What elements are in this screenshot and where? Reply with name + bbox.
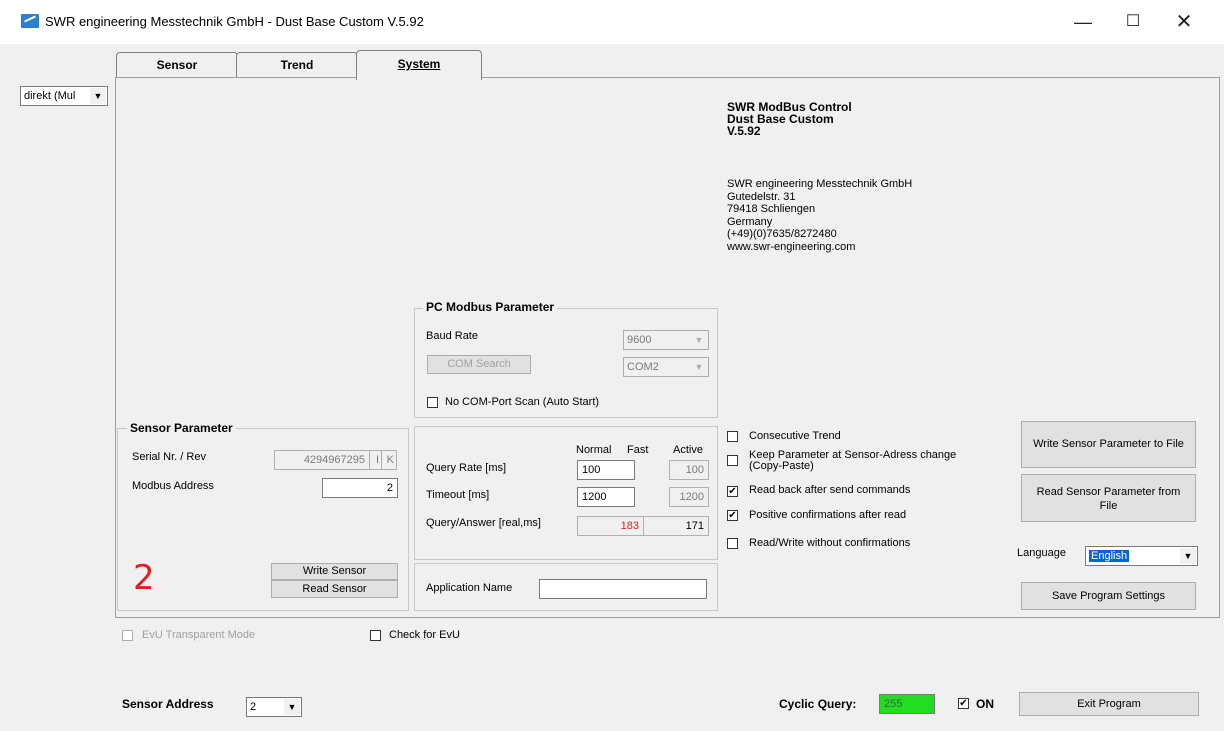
positive-confirmations-label: Positive confirmations after read bbox=[749, 509, 907, 521]
exit-program-button[interactable]: Exit Program bbox=[1019, 692, 1199, 716]
modbus-address-label: Modbus Address bbox=[132, 480, 214, 492]
timeout-label: Timeout [ms] bbox=[426, 489, 490, 501]
chevron-down-icon: ▼ bbox=[691, 359, 707, 375]
language-value: English bbox=[1089, 550, 1130, 562]
chevron-down-icon: ▼ bbox=[90, 88, 106, 104]
about-company: SWR engineering Messtechnik GmbH bbox=[727, 178, 913, 190]
chevron-down-icon: ▼ bbox=[691, 332, 707, 348]
about-web: www.swr-engineering.com bbox=[727, 240, 856, 253]
sensor-address-label: Sensor Address bbox=[122, 697, 214, 711]
check-evu-label: Check for EvU bbox=[389, 629, 460, 641]
query-answer-value1: 183 bbox=[577, 516, 644, 536]
keep-parameter-checkbox[interactable] bbox=[727, 455, 738, 466]
minimize-button[interactable]: — bbox=[1060, 6, 1106, 38]
application-name-input[interactable] bbox=[539, 579, 707, 599]
query-answer-value2: 171 bbox=[643, 516, 709, 536]
big-address-indicator: 2 bbox=[133, 558, 155, 598]
col-normal-label: Normal bbox=[576, 444, 612, 456]
read-back-checkbox[interactable]: ✔ bbox=[727, 486, 738, 497]
positive-confirmations-checkbox[interactable]: ✔ bbox=[727, 510, 738, 521]
no-com-scan-checkbox[interactable] bbox=[427, 397, 438, 408]
com-port-value: COM2 bbox=[627, 361, 659, 373]
close-button[interactable]: ✕ bbox=[1161, 6, 1207, 38]
modbus-address-input[interactable]: 2 bbox=[322, 478, 398, 498]
com-port-select[interactable]: COM2 ▼ bbox=[623, 357, 709, 377]
keep-parameter-line2: (Copy-Paste) bbox=[749, 460, 814, 472]
read-sensor-button[interactable]: Read Sensor bbox=[271, 580, 398, 598]
language-select[interactable]: English ▼ bbox=[1085, 546, 1198, 566]
col-fast-label: Fast bbox=[627, 444, 649, 456]
baud-rate-select[interactable]: 9600 ▼ bbox=[623, 330, 709, 350]
read-parameter-file-button[interactable]: Read Sensor Parameter from File bbox=[1021, 474, 1196, 522]
read-parameter-file-line2: File bbox=[1099, 500, 1118, 512]
no-com-scan-label: No COM-Port Scan (Auto Start) bbox=[445, 396, 600, 408]
consecutive-trend-label: Consecutive Trend bbox=[749, 430, 841, 442]
sensor-address-select[interactable]: 2 ▼ bbox=[246, 697, 302, 717]
about-address: SWR engineering Messtechnik GmbH Gutedel… bbox=[727, 178, 912, 253]
pc-modbus-title: PC Modbus Parameter bbox=[423, 300, 558, 314]
about-phone: (+49)(0)7635/8272480 bbox=[727, 228, 837, 240]
tab-trend[interactable]: Trend bbox=[236, 52, 358, 78]
read-parameter-file-line1: Read Sensor Parameter from bbox=[1036, 486, 1181, 498]
tab-label: Sensor bbox=[156, 58, 198, 72]
window-title: SWR engineering Messtechnik GmbH - Dust … bbox=[45, 14, 424, 29]
rw-without-confirmations-label: Read/Write without confirmations bbox=[749, 537, 911, 549]
evu-transparent-label: EvU Transparent Mode bbox=[142, 629, 256, 641]
sensor-parameter-title: Sensor Parameter bbox=[127, 421, 236, 435]
serial-label: Serial Nr. / Rev bbox=[132, 451, 206, 463]
evu-transparent-checkbox[interactable] bbox=[122, 630, 133, 641]
timeout-normal-input[interactable]: 1200 bbox=[577, 487, 635, 507]
cyclic-on-checkbox[interactable]: ✔ bbox=[958, 698, 969, 709]
sensor-address-value: 2 bbox=[250, 701, 257, 713]
query-rate-active-field: 100 bbox=[669, 460, 709, 480]
check-evu-checkbox[interactable] bbox=[370, 630, 381, 641]
com-search-button[interactable]: COM Search bbox=[427, 355, 531, 374]
tab-system[interactable]: System bbox=[356, 50, 482, 80]
baud-rate-label: Baud Rate bbox=[426, 330, 478, 342]
connection-select-value: direkt (Mul bbox=[24, 90, 76, 102]
serial-rev2-field: K bbox=[381, 450, 397, 470]
rw-without-confirmations-checkbox[interactable] bbox=[727, 538, 738, 549]
tab-label: System bbox=[397, 57, 441, 71]
keep-parameter-label: Keep Parameter at Sensor-Adress change (… bbox=[749, 450, 956, 472]
col-active-label: Active bbox=[673, 444, 703, 456]
about-country: Germany bbox=[727, 215, 773, 228]
tab-label: Trend bbox=[280, 58, 314, 72]
about-version: V.5.92 bbox=[727, 124, 761, 138]
app-icon bbox=[21, 14, 39, 28]
write-parameter-file-button[interactable]: Write Sensor Parameter to File bbox=[1021, 421, 1196, 468]
query-rate-label: Query Rate [ms] bbox=[426, 462, 507, 474]
baud-rate-value: 9600 bbox=[627, 334, 652, 346]
serial-number-field: 4294967295 bbox=[274, 450, 370, 470]
about-city: 79418 Schliengen bbox=[727, 203, 816, 215]
timeout-active-field: 1200 bbox=[669, 487, 709, 507]
connection-select[interactable]: direkt (Mul ▼ bbox=[20, 86, 108, 106]
cyclic-on-label: ON bbox=[976, 697, 994, 711]
read-back-label: Read back after send commands bbox=[749, 484, 911, 496]
chevron-down-icon: ▼ bbox=[1180, 548, 1196, 564]
maximize-button[interactable]: ☐ bbox=[1110, 6, 1156, 38]
title-bar: SWR engineering Messtechnik GmbH - Dust … bbox=[0, 0, 1224, 44]
cyclic-query-value: 255 bbox=[879, 694, 935, 714]
chevron-down-icon: ▼ bbox=[284, 699, 300, 715]
language-label: Language bbox=[1017, 547, 1066, 559]
query-rate-normal-input[interactable]: 100 bbox=[577, 460, 635, 480]
about-product: SWR ModBus Control Dust Base Custom V.5.… bbox=[727, 101, 852, 137]
cyclic-query-label: Cyclic Query: bbox=[779, 697, 857, 711]
tab-sensor[interactable]: Sensor bbox=[116, 52, 238, 78]
write-sensor-button[interactable]: Write Sensor bbox=[271, 563, 398, 580]
save-settings-button[interactable]: Save Program Settings bbox=[1021, 582, 1196, 610]
consecutive-trend-checkbox[interactable] bbox=[727, 431, 738, 442]
application-name-label: Application Name bbox=[426, 582, 513, 594]
about-street: Gutedelstr. 31 bbox=[727, 190, 796, 203]
query-answer-label: Query/Answer [real,ms] bbox=[426, 517, 541, 529]
